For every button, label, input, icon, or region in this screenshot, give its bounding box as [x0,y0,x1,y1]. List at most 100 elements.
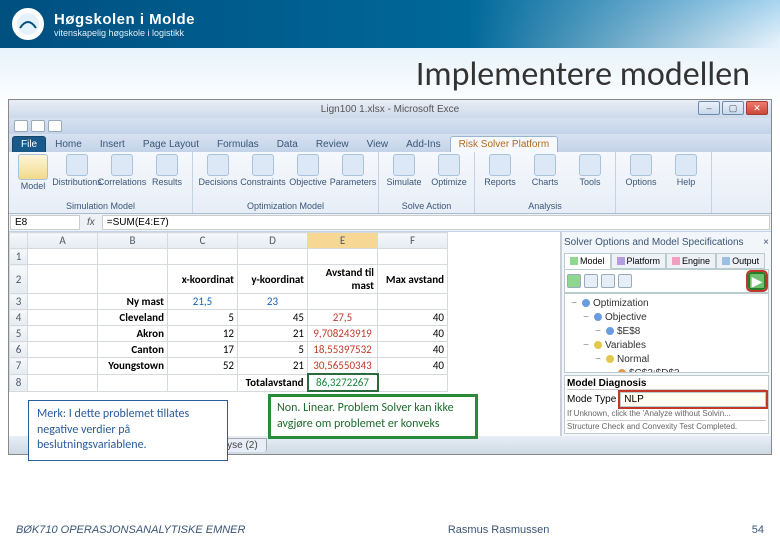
cell[interactable] [308,294,378,310]
cell[interactable] [28,294,98,310]
row-header[interactable]: 6 [10,342,28,358]
cell[interactable] [28,265,98,294]
cell[interactable]: 52 [168,358,238,375]
row-header[interactable]: 5 [10,326,28,342]
ribbon-item-charts[interactable]: Charts [524,154,566,187]
spreadsheet-grid[interactable]: ABCDEF12x-koordinaty-koordinatAvstand ti… [9,232,448,392]
ribbon-item-correlations[interactable]: Correlations [101,154,143,191]
tree-node[interactable]: −Optimization [569,296,766,310]
add-icon[interactable] [567,274,581,288]
tree-node[interactable]: −Variables [569,338,766,352]
tab-data[interactable]: Data [268,136,307,152]
cell[interactable]: 18,55397532 [308,342,378,358]
cell[interactable] [28,358,98,375]
solve-run-button[interactable]: ▶ [748,272,766,290]
close-button[interactable]: ✕ [746,101,768,115]
cell[interactable] [98,374,168,391]
tab-file[interactable]: File [12,136,46,152]
cell[interactable]: 21 [238,358,308,375]
ribbon-item-parameters[interactable]: Parameters [332,154,374,187]
solver-tab-platform[interactable]: Platform [611,253,667,269]
row-header[interactable]: 2 [10,265,28,294]
tab-view[interactable]: View [358,136,398,152]
column-header[interactable]: B [98,233,168,249]
ribbon-item-constraints[interactable]: Constraints [242,154,284,187]
cell[interactable] [168,249,238,265]
ribbon-item-reports[interactable]: Reports [479,154,521,187]
cell[interactable]: 40 [378,326,448,342]
tree-toggle-icon[interactable]: − [581,340,591,351]
cell[interactable]: 21 [238,326,308,342]
ribbon-item-model[interactable]: Model [13,154,53,191]
refresh-icon[interactable] [601,274,615,288]
cell[interactable]: Totalavstand [238,374,308,391]
cell[interactable] [308,249,378,265]
solver-tab-output[interactable]: Output [716,253,765,269]
cell[interactable]: Avstand til mast [308,265,378,294]
settings-icon[interactable] [618,274,632,288]
tree-node[interactable]: $C$3:$D$3 [569,366,766,373]
cell[interactable]: 30,56550343 [308,358,378,375]
column-header[interactable]: E [308,233,378,249]
ribbon-item-help[interactable]: Help [665,154,707,187]
minimize-button[interactable]: – [698,101,720,115]
ribbon-item-options[interactable]: Options [620,154,662,187]
cell[interactable] [28,310,98,326]
ribbon-item-simulate[interactable]: Simulate [383,154,425,187]
tab-review[interactable]: Review [307,136,358,152]
cell[interactable]: 23 [238,294,308,310]
cell[interactable]: 40 [378,358,448,375]
panel-close-icon[interactable]: × [763,237,769,248]
tab-page-layout[interactable]: Page Layout [134,136,208,152]
tab-add-ins[interactable]: Add-Ins [397,136,449,152]
maximize-button[interactable]: ▢ [722,101,744,115]
cell[interactable]: 40 [378,310,448,326]
ribbon-item-results[interactable]: Results [146,154,188,191]
column-header[interactable]: A [28,233,98,249]
tab-risk-solver[interactable]: Risk Solver Platform [450,136,559,152]
ribbon-item-optimize[interactable]: Optimize [428,154,470,187]
solver-tab-engine[interactable]: Engine [666,253,716,269]
column-header[interactable]: C [168,233,238,249]
tab-insert[interactable]: Insert [91,136,134,152]
tree-toggle-icon[interactable]: − [569,298,579,309]
cell[interactable] [378,374,448,391]
cell[interactable]: 12 [168,326,238,342]
cell[interactable]: 45 [238,310,308,326]
qat-save-icon[interactable] [14,120,28,132]
tree-node[interactable]: −Objective [569,310,766,324]
cell[interactable]: 9,708243919 [308,326,378,342]
ribbon-item-tools[interactable]: Tools [569,154,611,187]
row-header[interactable]: 4 [10,310,28,326]
remove-icon[interactable] [584,274,598,288]
row-header[interactable]: 1 [10,249,28,265]
cell[interactable] [28,249,98,265]
cell[interactable]: Cleveland [98,310,168,326]
cell[interactable] [28,342,98,358]
cell[interactable]: 5 [238,342,308,358]
name-box[interactable]: E8 [10,215,80,230]
tree-node[interactable]: −$E$8 [569,324,766,338]
model-type-value[interactable]: NLP [620,392,766,407]
tab-home[interactable]: Home [46,136,91,152]
tree-node[interactable]: −Normal [569,352,766,366]
cell[interactable]: Akron [98,326,168,342]
cell[interactable] [238,249,308,265]
row-header[interactable]: 8 [10,374,28,391]
cell[interactable] [98,265,168,294]
solver-model-tree[interactable]: −Optimization−Objective−$E$8−Variables−N… [564,293,769,373]
cell[interactable]: 17 [168,342,238,358]
ribbon-item-objective[interactable]: Objective [287,154,329,187]
formula-input[interactable]: =SUM(E4:E7) [102,215,770,230]
cell[interactable] [168,374,238,391]
cell[interactable]: 5 [168,310,238,326]
qat-redo-icon[interactable] [48,120,62,132]
row-header[interactable]: 7 [10,358,28,375]
cell[interactable] [378,294,448,310]
cell[interactable]: y-koordinat [238,265,308,294]
cell[interactable] [98,249,168,265]
tree-toggle-icon[interactable]: − [593,354,603,365]
fx-icon[interactable]: fx [81,217,101,228]
cell[interactable] [378,249,448,265]
tree-toggle-icon[interactable]: − [593,326,603,337]
